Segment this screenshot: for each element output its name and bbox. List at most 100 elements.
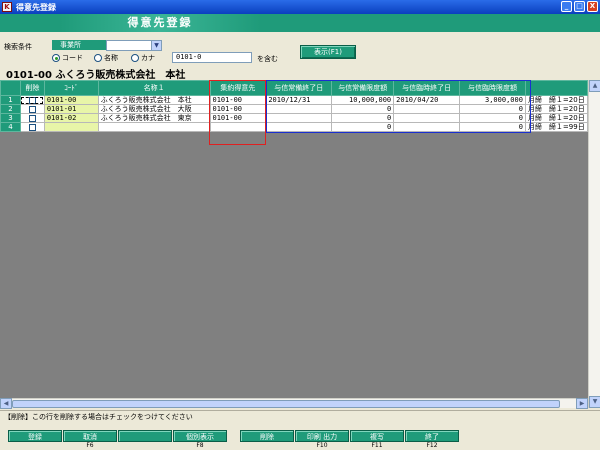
temp-end-cell[interactable]: 2010/04/20	[393, 95, 461, 105]
cancel-button[interactable]: 取消	[63, 430, 117, 442]
table-row[interactable]: 4 0 0 月締 締１=99日	[0, 122, 588, 132]
print-button[interactable]: 印刷 出力	[295, 430, 349, 442]
copy-button[interactable]: 複写	[350, 430, 404, 442]
radio-kana[interactable]: カナ	[131, 53, 155, 63]
name-cell[interactable]: ふくろう販売株式会社 東京	[97, 113, 211, 123]
code-cell[interactable]: 0101-02	[43, 113, 99, 123]
maximize-button[interactable]: □	[574, 1, 585, 12]
ordinary-end-cell[interactable]: 2010/12/31	[265, 95, 333, 105]
register-button[interactable]: 登録	[8, 430, 62, 442]
aggregate-cell[interactable]	[209, 122, 267, 132]
delete-checkbox-cell[interactable]	[19, 122, 45, 132]
window-controls: _ □ X	[561, 1, 598, 12]
header-rownum	[0, 80, 21, 96]
radio-name-label: 名称	[104, 54, 118, 62]
vertical-scrollbar[interactable]: ▲ ▼	[588, 80, 600, 408]
horizontal-scroll-thumb[interactable]	[12, 400, 560, 408]
header-code: ｺｰﾄﾞ	[43, 80, 99, 96]
table-row[interactable]: 2 0101-01 ふくろう販売株式会社 大阪 0101-00 0 0 月締 締…	[0, 104, 588, 114]
row-number: 3	[0, 113, 21, 123]
radio-dot-selected[interactable]	[52, 54, 60, 62]
delete-checkbox-cell[interactable]	[19, 95, 45, 105]
temp-end-cell[interactable]	[393, 122, 461, 132]
code-cell[interactable]: 0101-01	[43, 104, 99, 114]
scroll-right-icon[interactable]: ▶	[576, 398, 588, 409]
detail-view-button[interactable]: 個別表示	[173, 430, 227, 442]
delete-checkbox[interactable]	[28, 114, 36, 122]
header-delete: 削除	[19, 80, 45, 96]
code-cell[interactable]: 0101-00	[43, 95, 99, 105]
table-row[interactable]: 3 0101-02 ふくろう販売株式会社 東京 0101-00 0 0 月締 締…	[0, 113, 588, 123]
app-icon: K	[2, 2, 12, 12]
table-row[interactable]: 1 0101-00 ふくろう販売株式会社 本社 0101-00 2010/12/…	[0, 95, 588, 105]
aggregate-cell[interactable]: 0101-00	[209, 95, 267, 105]
delete-checkbox[interactable]	[28, 105, 36, 113]
header-ordinary-limit: 与信常備限度額	[331, 80, 395, 96]
radio-dot[interactable]	[131, 54, 139, 62]
delete-checkbox[interactable]	[28, 123, 36, 131]
window-titlebar: K 得意先登録 _ □ X	[0, 0, 600, 14]
ordinary-limit-cell[interactable]: 0	[331, 122, 395, 132]
delete-checkbox-cell[interactable]	[19, 113, 45, 123]
office-label: 事業所	[52, 40, 106, 50]
header-aggregate: 集約得意先	[209, 80, 267, 96]
closing-cell[interactable]: 月締 締１=20日	[524, 113, 588, 123]
show-button[interactable]: 表示(F1)	[300, 45, 356, 59]
aggregate-cell[interactable]: 0101-00	[209, 113, 267, 123]
name-cell[interactable]: ふくろう販売株式会社 大阪	[97, 104, 211, 114]
aggregate-cell[interactable]: 0101-00	[209, 104, 267, 114]
fkey-label: F11	[371, 442, 383, 449]
scroll-up-icon[interactable]: ▲	[589, 80, 600, 92]
closing-cell[interactable]: 月締 締１=20日	[524, 95, 588, 105]
ordinary-end-cell[interactable]	[265, 113, 333, 123]
radio-name[interactable]: 名称	[94, 53, 118, 63]
closing-cell[interactable]: 月締 締１=99日	[524, 122, 588, 132]
closing-cell[interactable]: 月締 締１=20日	[524, 104, 588, 114]
radio-code[interactable]: コード	[52, 53, 83, 63]
fkey-label: F10	[316, 442, 328, 449]
function-key-bar: 登録 取消 F6 個別表示 F8 削除 印刷 出力 F10 複写 F11 終了 …	[0, 424, 600, 450]
fkey-label: F6	[86, 442, 94, 449]
close-button[interactable]: X	[587, 1, 598, 12]
temp-limit-cell[interactable]: 0	[459, 113, 526, 123]
form-title: 得意先登録	[60, 14, 260, 32]
temp-end-cell[interactable]	[393, 113, 461, 123]
row-number: 4	[0, 122, 21, 132]
temp-limit-cell[interactable]: 0	[459, 104, 526, 114]
ordinary-limit-cell[interactable]: 0	[331, 113, 395, 123]
radio-dot[interactable]	[94, 54, 102, 62]
header-temp-end: 与信臨時終了日	[393, 80, 461, 96]
temp-limit-cell[interactable]: 0	[459, 122, 526, 132]
search-condition-label: 検索条件	[4, 43, 32, 51]
table-header-row: 削除 ｺｰﾄﾞ 名称１ 集約得意先 与信常備終了日 与信常備限度額 与信臨時終了…	[0, 80, 588, 96]
chevron-down-icon[interactable]: ▼	[151, 41, 161, 50]
form-header: 得意先登録	[0, 14, 600, 32]
radio-code-label: コード	[62, 54, 83, 62]
customer-table: 削除 ｺｰﾄﾞ 名称１ 集約得意先 与信常備終了日 与信常備限度額 与信臨時終了…	[0, 80, 588, 132]
radio-kana-label: カナ	[141, 54, 155, 62]
header-extra	[524, 80, 588, 96]
scroll-left-icon[interactable]: ◀	[0, 398, 12, 409]
temp-limit-cell[interactable]: 3,000,000	[459, 95, 526, 105]
code-cell[interactable]	[43, 122, 99, 132]
blank-button[interactable]	[118, 430, 172, 442]
ordinary-limit-cell[interactable]: 10,000,000	[331, 95, 395, 105]
delete-checkbox[interactable]	[28, 96, 36, 104]
delete-checkbox-cell[interactable]	[19, 104, 45, 114]
exit-button[interactable]: 終了	[405, 430, 459, 442]
ordinary-end-cell[interactable]	[265, 122, 333, 132]
minimize-button[interactable]: _	[561, 1, 572, 12]
ordinary-limit-cell[interactable]: 0	[331, 104, 395, 114]
status-message: 【削除】この行を削除する場合はチェックをつけてください	[0, 410, 600, 422]
fkey-label: F8	[196, 442, 204, 449]
name-cell[interactable]: ふくろう販売株式会社 本社	[97, 95, 211, 105]
delete-button[interactable]: 削除	[240, 430, 294, 442]
scroll-down-icon[interactable]: ▼	[589, 396, 600, 408]
name-cell[interactable]	[97, 122, 211, 132]
search-keyword-input[interactable]: 0101-0	[172, 52, 252, 63]
selected-customer-title: 0101-00 ふくろう販売株式会社 本社	[6, 70, 186, 81]
horizontal-scrollbar[interactable]: ◀ ▶	[0, 398, 588, 409]
temp-end-cell[interactable]	[393, 104, 461, 114]
ordinary-end-cell[interactable]	[265, 104, 333, 114]
office-select[interactable]: ▼	[106, 40, 162, 51]
